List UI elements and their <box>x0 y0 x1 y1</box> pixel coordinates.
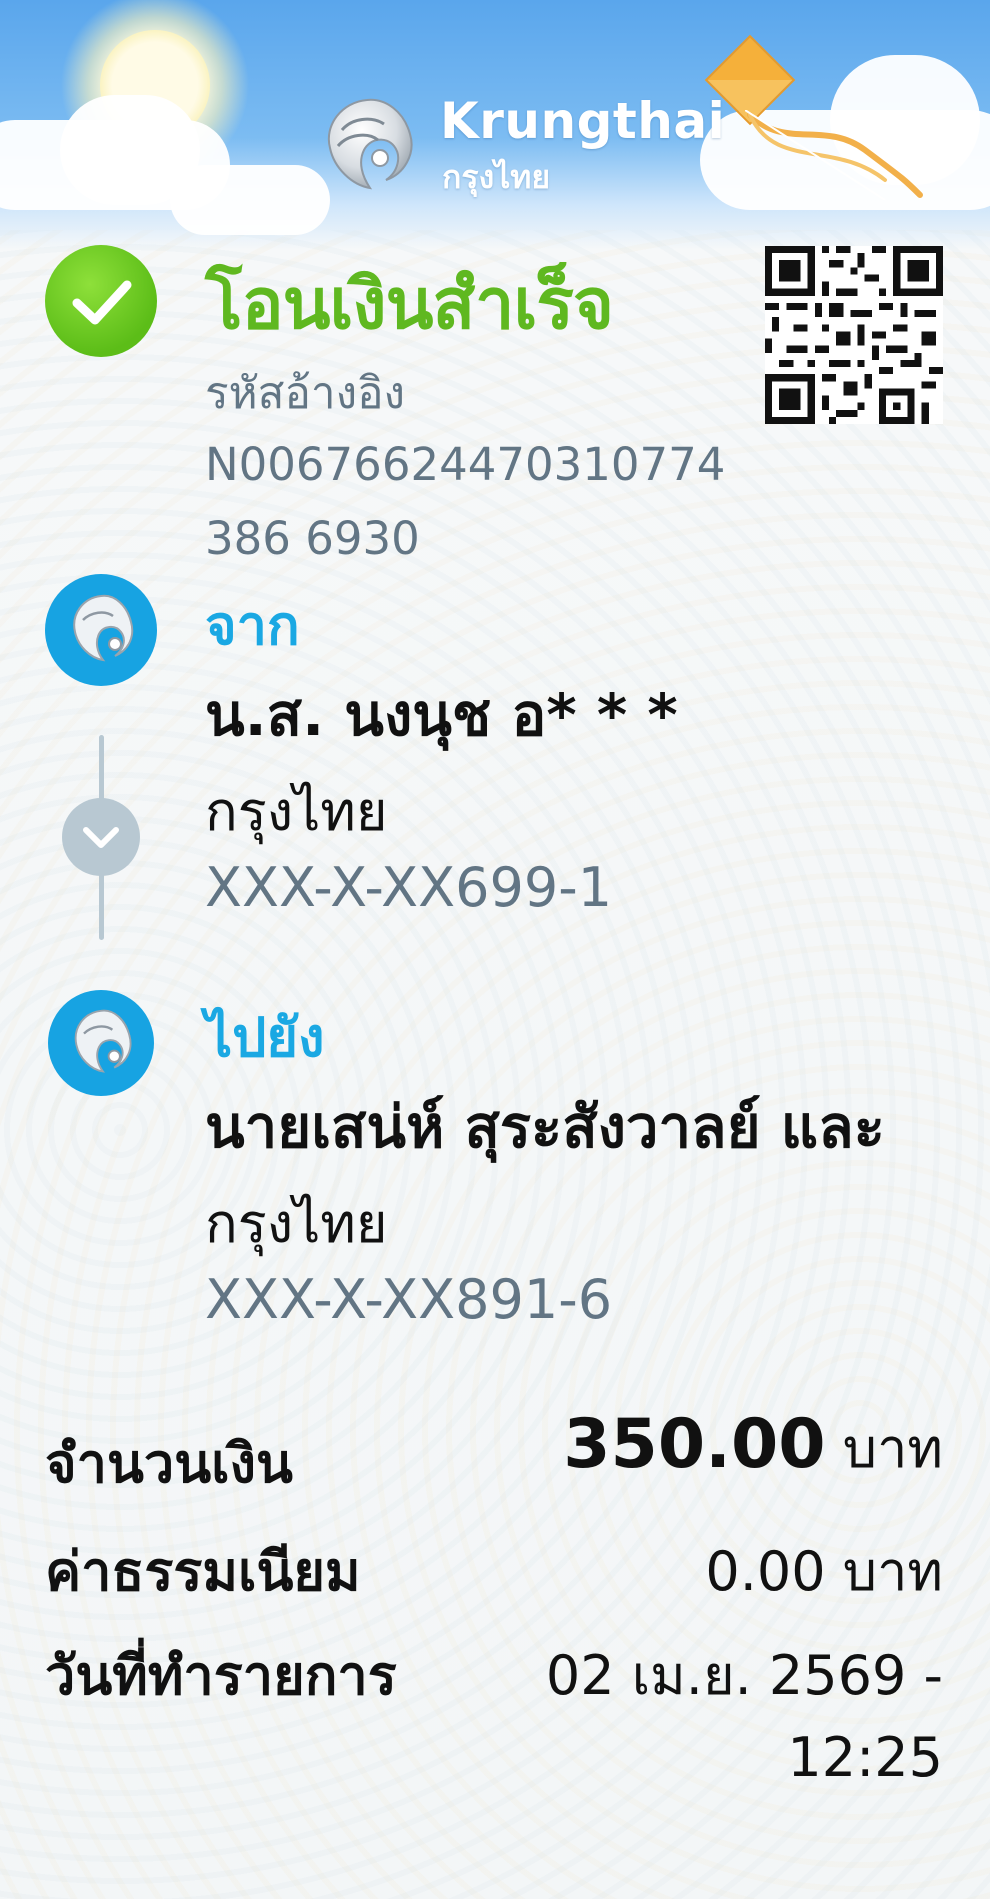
from-name: น.ส. นงนุช อ* * * <box>205 681 678 749</box>
to-bank-logo-icon <box>48 990 154 1096</box>
reference-label: รหัสอ้างอิง <box>205 368 406 419</box>
chevron-down-icon <box>83 827 119 848</box>
to-account: XXX-X-XX891-6 <box>205 1268 613 1331</box>
kite-tail-illustration <box>745 110 923 200</box>
header-banner: Krungthai กรุงไทย <box>0 0 990 250</box>
qr-code[interactable] <box>765 246 943 424</box>
krungthai-logo-icon <box>327 98 413 190</box>
date-value-line1: 02 เม.ย. 2569 - <box>545 1644 943 1707</box>
success-check-icon <box>45 245 157 357</box>
from-bank: กรุงไทย <box>205 780 388 843</box>
brand-name-th: กรุงไทย <box>442 158 551 196</box>
krungthai-logo-icon <box>74 1009 132 1073</box>
from-bank-logo-icon <box>45 574 157 686</box>
krungthai-logo-icon <box>73 594 134 662</box>
brand-name-en: Krungthai <box>440 92 726 150</box>
to-label: ไปยัง <box>205 1006 325 1069</box>
reference-value: N00676624470310774386 6930 <box>205 438 726 565</box>
check-icon <box>72 280 132 325</box>
to-name: นายเสน่ห์ สุระสังวาลย์ และ <box>205 1093 885 1161</box>
fee-value: 0.00 บาท <box>705 1540 943 1603</box>
transfer-slip: Krungthai กรุงไทย โอนเงินสำเร็จ รหัสอ้าง… <box>0 0 990 1899</box>
to-bank: กรุงไทย <box>205 1192 388 1255</box>
date-value-line2: 12:25 <box>787 1726 943 1789</box>
fee-label: ค่าธรรมเนียม <box>45 1540 361 1603</box>
amount-value: 350.00 บาท <box>563 1405 943 1491</box>
from-account: XXX-X-XX699-1 <box>205 856 613 919</box>
cloud-illustration <box>170 165 330 235</box>
amount-label: จำนวนเงิน <box>45 1432 293 1495</box>
status-title: โอนเงินสำเร็จ <box>205 263 614 345</box>
transfer-direction-icon <box>62 798 140 876</box>
date-label: วันที่ทำรายการ <box>45 1644 397 1707</box>
amount-unit: บาท <box>842 1417 943 1480</box>
amount-number: 350.00 <box>563 1405 826 1484</box>
from-label: จาก <box>205 594 300 657</box>
